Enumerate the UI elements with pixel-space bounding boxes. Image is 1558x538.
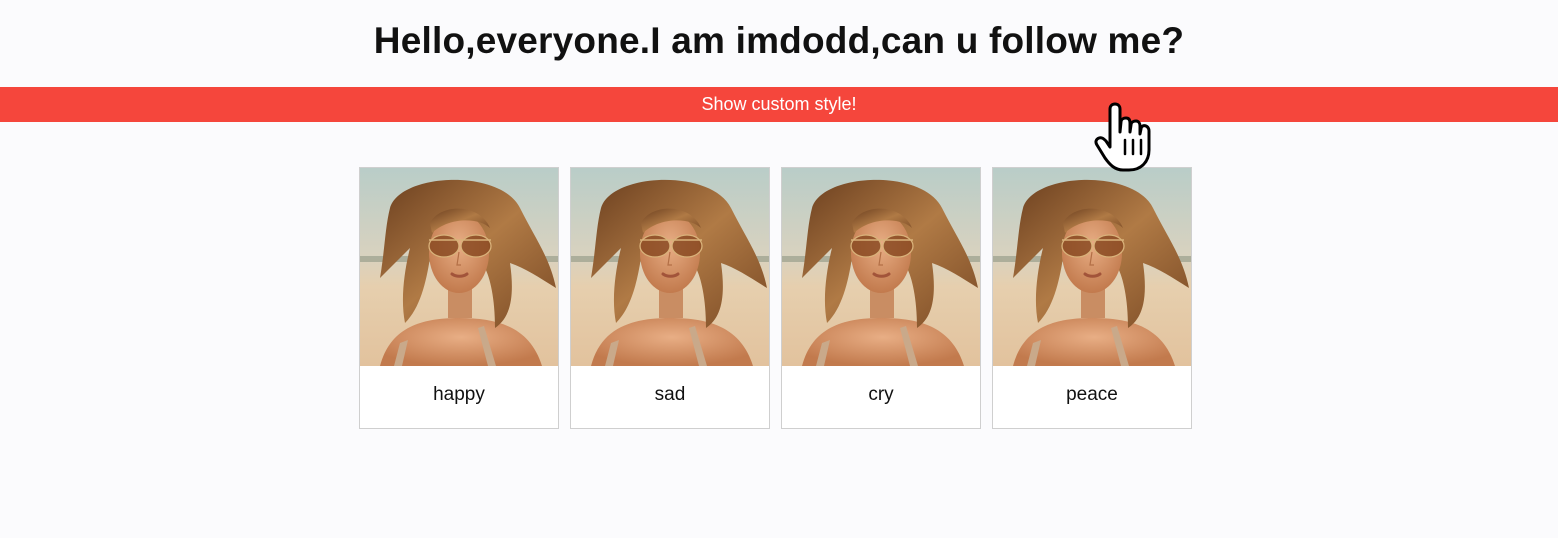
card-list: happy sad cry peace bbox=[359, 167, 1192, 429]
card-caption: sad bbox=[654, 384, 686, 405]
hand-pointer-icon bbox=[1094, 102, 1151, 172]
show-custom-style-button[interactable]: Show custom style! bbox=[0, 87, 1558, 122]
card-caption: cry bbox=[868, 384, 894, 405]
card-photo bbox=[360, 168, 558, 366]
card-caption: happy bbox=[433, 384, 485, 405]
card-caption: peace bbox=[1066, 384, 1118, 405]
card-sad[interactable]: sad bbox=[570, 167, 770, 429]
card-photo bbox=[993, 168, 1191, 366]
card-photo bbox=[571, 168, 769, 366]
card-photo bbox=[782, 168, 980, 366]
page: Hello,everyone.I am imdodd,can u follow … bbox=[0, 0, 1558, 538]
card-cry[interactable]: cry bbox=[781, 167, 981, 429]
card-happy[interactable]: happy bbox=[359, 167, 559, 429]
page-title: Hello,everyone.I am imdodd,can u follow … bbox=[373, 20, 1185, 61]
card-peace[interactable]: peace bbox=[992, 167, 1192, 429]
